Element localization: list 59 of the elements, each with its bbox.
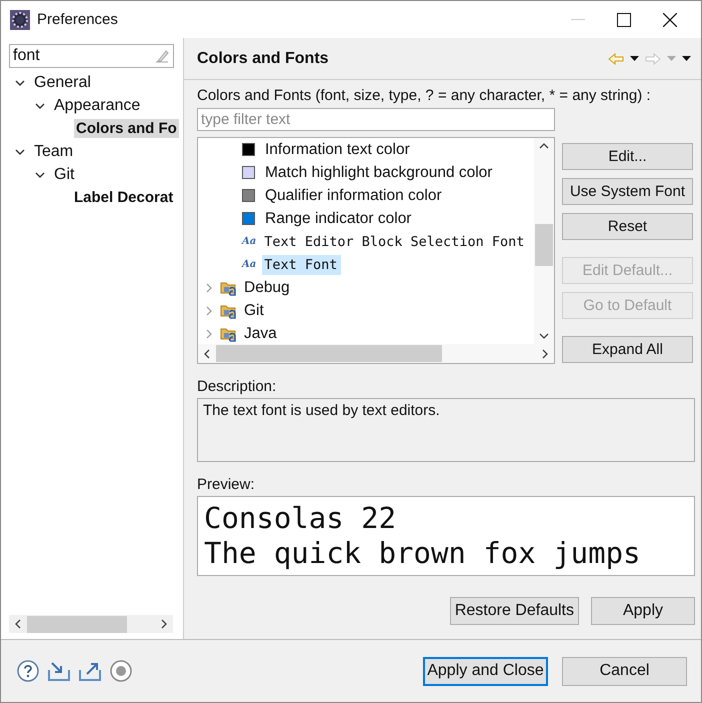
button[interactable]: Reset bbox=[562, 213, 693, 240]
page-title: Colors and Fonts bbox=[197, 50, 329, 68]
tree-item[interactable]: Colors and Fo bbox=[74, 119, 179, 138]
tree-item[interactable]: Appearance bbox=[54, 96, 140, 116]
filter-field[interactable]: type filter text bbox=[197, 108, 555, 131]
tree-item[interactable]: Qualifier information color bbox=[263, 186, 444, 206]
tree-item[interactable]: Git bbox=[54, 164, 74, 184]
folder-icon bbox=[220, 326, 238, 342]
tree-item[interactable]: Label Decorat bbox=[74, 188, 174, 207]
preview-text: Consolas 22 bbox=[204, 501, 398, 536]
tree-item[interactable]: General bbox=[34, 72, 91, 92]
button[interactable]: Use System Font bbox=[562, 178, 693, 205]
app-icon bbox=[10, 10, 30, 30]
tree-item[interactable]: Debug bbox=[242, 278, 292, 298]
dropdown-icon bbox=[667, 56, 676, 61]
horizontal-scrollbar[interactable] bbox=[9, 615, 173, 633]
tree-item[interactable]: Text Font bbox=[262, 254, 342, 274]
tree-item[interactable]: Range indicator color bbox=[263, 208, 414, 228]
font-icon: Aa bbox=[242, 259, 256, 270]
filter-field[interactable]: font bbox=[9, 44, 174, 68]
forward-arrow-icon bbox=[645, 52, 661, 64]
collapse-icon[interactable] bbox=[15, 148, 25, 154]
folder-icon bbox=[220, 302, 238, 318]
button[interactable]: Expand All bbox=[562, 336, 693, 363]
button[interactable]: Edit... bbox=[562, 143, 693, 170]
collapse-icon[interactable] bbox=[35, 102, 45, 108]
dropdown-icon[interactable] bbox=[630, 56, 639, 61]
collapse-icon[interactable] bbox=[35, 172, 45, 178]
record-icon[interactable] bbox=[110, 660, 132, 682]
tree-item[interactable]: Git bbox=[242, 300, 266, 320]
font-icon: Aa bbox=[242, 236, 256, 247]
description-text: The text font is used by text editors. bbox=[197, 398, 695, 462]
horizontal-scrollbar[interactable] bbox=[198, 344, 554, 363]
tree-item[interactable]: Team bbox=[34, 142, 74, 162]
window-title: Preferences bbox=[37, 11, 118, 28]
tree-item[interactable]: Match highlight background color bbox=[263, 162, 494, 182]
preview-text: The quick brown fox jumps bbox=[204, 536, 642, 571]
export-icon[interactable] bbox=[79, 661, 101, 681]
menu-dropdown-icon[interactable] bbox=[682, 56, 691, 61]
vertical-scrollbar[interactable] bbox=[534, 138, 554, 344]
button[interactable]: Apply bbox=[591, 597, 695, 625]
close-icon[interactable] bbox=[663, 12, 677, 26]
button[interactable]: Cancel bbox=[562, 656, 687, 686]
tree-item[interactable]: Text Editor Block Selection Font bbox=[262, 232, 526, 250]
folder-icon bbox=[220, 280, 238, 296]
button[interactable]: Restore Defaults bbox=[450, 597, 579, 625]
import-icon[interactable] bbox=[48, 661, 70, 681]
help-icon[interactable] bbox=[17, 660, 39, 682]
maximize-icon[interactable] bbox=[617, 12, 631, 26]
filter-label: Colors and Fonts (font, size, type, ? = any character, * = any string) : bbox=[197, 87, 652, 104]
scrollbar-thumb[interactable] bbox=[27, 616, 127, 632]
button[interactable]: Apply and Close bbox=[423, 656, 548, 686]
scrollbar-thumb[interactable] bbox=[535, 224, 553, 266]
scrollbar-thumb[interactable] bbox=[216, 345, 442, 362]
tree-item[interactable]: Java bbox=[242, 324, 279, 344]
collapse-icon[interactable] bbox=[15, 80, 25, 86]
preview-label: Preview: bbox=[197, 476, 256, 493]
description-label: Description: bbox=[197, 378, 278, 395]
tree-item[interactable]: Information text color bbox=[263, 140, 412, 160]
